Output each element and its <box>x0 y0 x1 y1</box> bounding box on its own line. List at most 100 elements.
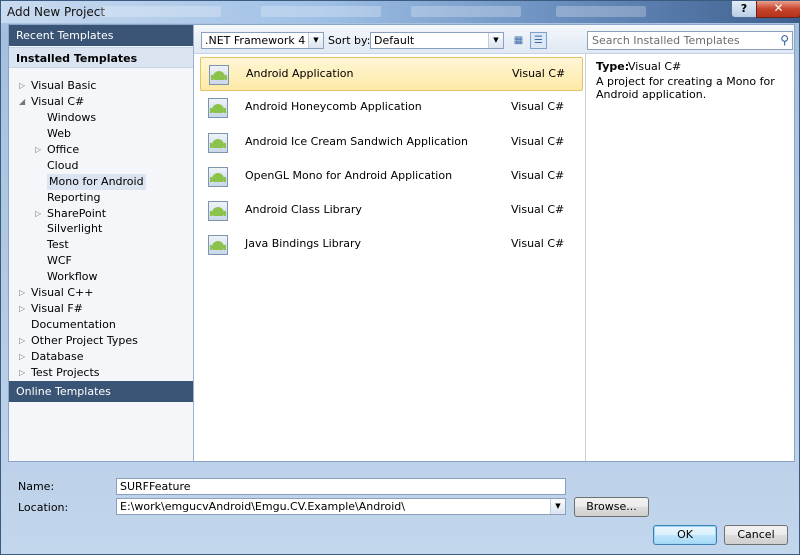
template-name: Android Ice Cream Sandwich Application <box>245 134 468 148</box>
tree-item-label: Web <box>47 126 71 140</box>
template-language: Visual C# <box>511 134 565 148</box>
tree-item-label: SharePoint <box>47 206 107 220</box>
tree-item-label: Windows <box>47 110 97 124</box>
title-bar[interactable]: Add New Project ? ✕ <box>1 1 800 23</box>
tree-item[interactable]: Mono for Android <box>9 173 193 190</box>
grid-icon: ▦ <box>513 35 524 46</box>
template-name: Android Honeycomb Application <box>245 100 422 114</box>
android-robot-icon <box>210 241 226 251</box>
android-robot-icon <box>210 172 226 182</box>
tree-item[interactable]: Workflow <box>9 269 193 285</box>
template-row[interactable]: Android Ice Cream Sandwich Application Vi… <box>200 126 583 160</box>
tree-item[interactable]: ▷ Visual Basic <box>9 78 193 94</box>
cancel-button[interactable]: Cancel <box>724 525 788 545</box>
medium-icons-view-button[interactable]: ☰ <box>530 32 547 49</box>
chevron-down-icon: ▼ <box>308 33 323 48</box>
template-language: Visual C# <box>511 237 565 251</box>
android-robot-icon <box>211 71 227 80</box>
tree-item-label: Test Projects <box>31 365 100 379</box>
collapsed-triangle-icon[interactable]: ▷ <box>35 142 41 158</box>
framework-select[interactable]: .NET Framework 4 ▼ <box>201 32 324 49</box>
help-button[interactable]: ? <box>731 1 757 18</box>
template-details-pane: Type: Visual C# A project for creating a… <box>586 54 793 460</box>
sort-select[interactable]: Default ▼ <box>370 32 504 49</box>
tree-item-label: Office <box>47 142 80 156</box>
template-row[interactable]: Android Honeycomb Application Visual C# <box>200 91 583 125</box>
tree-item-label: Database <box>31 349 84 363</box>
template-language: Visual C# <box>511 168 565 182</box>
background-tab-ghost <box>261 6 381 17</box>
tree-item[interactable]: ◢ Visual C# <box>9 94 193 110</box>
collapsed-triangle-icon[interactable]: ▷ <box>19 285 25 301</box>
search-input[interactable]: Search Installed Templates ⚲ <box>587 31 793 50</box>
template-categories-pane: Recent Templates Installed Templates ▷ Vi… <box>9 25 194 461</box>
android-project-icon <box>208 98 228 119</box>
chevron-down-icon: ▼ <box>550 499 565 514</box>
search-icon[interactable]: ⚲ <box>780 32 789 49</box>
ok-button[interactable]: OK <box>653 525 717 545</box>
tree-item-label: Silverlight <box>47 222 103 236</box>
template-list: Android Application Visual C# Android Hone… <box>200 57 583 263</box>
location-label: Location: <box>18 501 69 514</box>
collapsed-triangle-icon[interactable]: ▷ <box>19 365 25 381</box>
list-icon: ☰ <box>534 35 543 46</box>
collapsed-triangle-icon[interactable]: ▷ <box>19 78 25 94</box>
background-tab-ghost <box>101 6 221 17</box>
template-name: Java Bindings Library <box>245 237 361 251</box>
location-value: E:\work\emgucvAndroid\Emgu.CV.Example\An… <box>120 500 405 513</box>
tree-item[interactable]: ▷ SharePoint <box>9 206 193 222</box>
template-name: Android Class Library <box>245 203 362 217</box>
collapsed-triangle-icon[interactable]: ▷ <box>19 333 25 349</box>
browse-button[interactable]: Browse... <box>574 497 649 517</box>
expanded-triangle-icon[interactable]: ◢ <box>19 94 25 110</box>
background-tab-ghost <box>411 6 521 17</box>
tree-item[interactable]: Cloud <box>9 158 193 174</box>
template-language: Visual C# <box>512 67 566 80</box>
android-project-icon <box>208 166 228 187</box>
tree-item[interactable]: Web <box>9 126 193 142</box>
tree-item[interactable]: Windows <box>9 110 193 126</box>
template-row[interactable]: OpenGL Mono for Android Application Visua… <box>200 160 583 194</box>
tree-item[interactable]: ▷ Other Project Types <box>9 333 193 349</box>
template-row[interactable]: Android Class Library Visual C# <box>200 194 583 228</box>
collapsed-triangle-icon[interactable]: ▷ <box>19 301 25 317</box>
tree-item[interactable]: ▷ Visual C++ <box>9 285 193 301</box>
tree-item-label: Visual F# <box>31 302 83 316</box>
tree-item[interactable]: Test <box>9 237 193 253</box>
tree-item[interactable]: WCF <box>9 253 193 269</box>
tree-item-label: Other Project Types <box>31 334 138 347</box>
installed-templates-header[interactable]: Installed Templates <box>9 47 193 68</box>
framework-select-value: .NET Framework 4 <box>205 34 306 47</box>
tree-item[interactable]: Documentation <box>9 317 193 333</box>
collapsed-triangle-icon[interactable]: ▷ <box>35 206 41 222</box>
sort-select-value: Default <box>374 34 415 47</box>
template-row[interactable]: Java Bindings Library Visual C# <box>200 228 583 262</box>
android-robot-icon <box>210 104 226 114</box>
dialog-content: Recent Templates Installed Templates ▷ Vi… <box>8 24 795 462</box>
tree-item[interactable]: ▷ Test Projects <box>9 365 193 381</box>
tree-item-label: Visual Basic <box>31 79 97 92</box>
name-field[interactable]: SURFFeature <box>116 478 566 495</box>
tree-item[interactable]: ▷ Office <box>9 142 193 158</box>
chevron-down-icon: ▼ <box>488 33 503 48</box>
android-project-icon <box>208 201 228 222</box>
tree-item-label: Visual C# <box>31 94 85 108</box>
recent-templates-header[interactable]: Recent Templates <box>9 25 193 46</box>
tree-item-label: Workflow <box>47 270 98 284</box>
template-row[interactable]: Android Application Visual C# <box>200 57 583 92</box>
collapsed-triangle-icon[interactable]: ▷ <box>19 349 25 365</box>
close-button[interactable]: ✕ <box>756 1 800 18</box>
small-icons-view-button[interactable]: ▦ <box>510 32 527 49</box>
templates-toolbar: .NET Framework 4 ▼ Sort by: Default ▼ ▦ … <box>194 25 794 54</box>
tree-item[interactable]: Reporting <box>9 190 193 206</box>
tree-item[interactable]: ▷ Visual F# <box>9 301 193 317</box>
tree-item[interactable]: ▷ Database <box>9 349 193 365</box>
tree-item[interactable]: Silverlight <box>9 221 193 237</box>
add-new-project-dialog: Add New Project ? ✕ Recent Templates Ins… <box>0 0 800 555</box>
tree-item-label: Cloud <box>47 158 79 172</box>
online-templates-header[interactable]: Online Templates <box>9 381 193 402</box>
tree-item-label: WCF <box>47 254 72 268</box>
location-select[interactable]: E:\work\emgucvAndroid\Emgu.CV.Example\An… <box>116 498 566 515</box>
sort-by-label: Sort by: <box>328 34 371 47</box>
android-project-icon <box>209 65 229 85</box>
